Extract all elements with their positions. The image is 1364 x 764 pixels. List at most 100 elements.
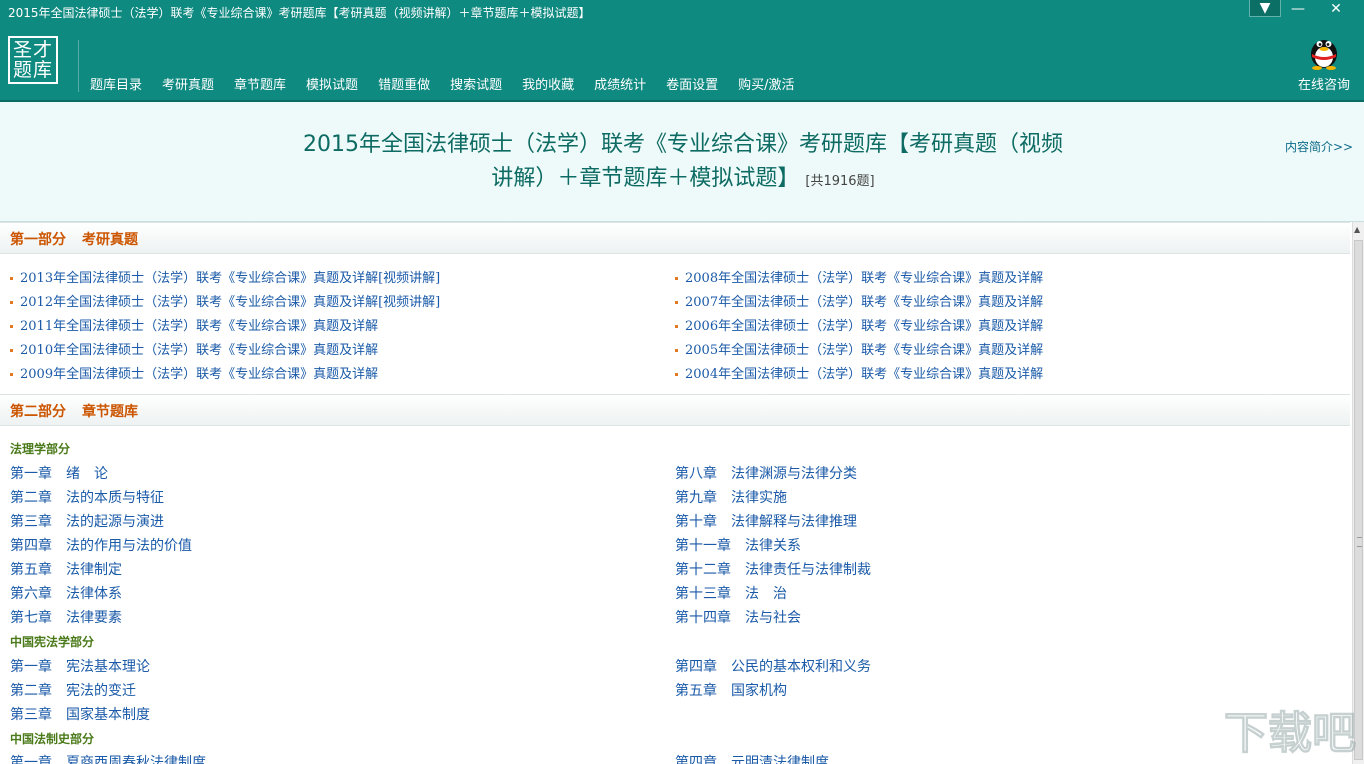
qq-penguin-icon [1311,40,1337,70]
chapter-link[interactable]: 第十二章 法律责任与法律制裁 [675,559,871,579]
book-title: 2015年全国法律硕士（法学）联考《专业综合课》考研题库【考研真题（视频讲解）＋… [300,128,1066,199]
section-title: 中国法制史部分 [10,732,95,746]
chapter-link[interactable]: 第三章 法的起源与演进 [10,511,164,531]
chapter-link[interactable]: 第二章 宪法的变迁 [10,680,136,700]
chapter-link[interactable]: 第二章 法的本质与特征 [10,487,164,507]
nav-past-exams[interactable]: 考研真题 [152,76,224,96]
chapter-link[interactable]: 第十章 法律解释与法律推理 [675,511,857,531]
exam-link[interactable]: 2005年全国法律硕士（法学）联考《专业综合课》真题及详解 [675,339,1043,358]
nav-chapter-bank[interactable]: 章节题库 [224,76,296,96]
part1-header: 第一部分 考研真题 [0,222,1350,254]
close-icon: ✕ [1330,1,1342,17]
app-logo: 圣才 题库 [8,36,58,84]
scrollbar-thumb[interactable] [1354,240,1363,760]
chapter-name: 法律解释与法律推理 [731,514,857,530]
exam-link-text: 2006年全国法律硕士（法学）联考《专业综合课》真题及详解 [685,319,1044,334]
nav-mock-exams[interactable]: 模拟试题 [296,76,368,96]
nav-purchase-activate[interactable]: 购买/激活 [728,76,804,96]
chapter-link[interactable]: 第四章 元明清法律制度 [675,752,829,764]
chapter-link[interactable]: 第一章 宪法基本理论 [10,656,150,676]
chapter-name: 法的本质与特征 [66,490,164,506]
nav-favorites[interactable]: 我的收藏 [512,76,584,96]
chapter-number: 第二章 [10,683,52,699]
chapter-name: 宪法的变迁 [66,683,136,699]
chapter-link[interactable]: 第一章绪 论 [10,463,108,483]
chapter-name: 法律实施 [731,490,787,506]
chapter-number: 第二章 [10,490,52,506]
toolbar-divider [78,40,79,92]
exam-link[interactable]: 2007年全国法律硕士（法学）联考《专业综合课》真题及详解 [675,291,1043,310]
chapter-name: 法与社会 [745,610,801,626]
chapter-name: 法律关系 [745,538,801,554]
book-header: 2015年全国法律硕士（法学）联考《专业综合课》考研题库【考研真题（视频讲解）＋… [0,102,1364,222]
watermark-logo: 下载吧 [1224,708,1357,760]
window-menu-button[interactable]: ▼ [1249,0,1281,17]
catalog-content: 第一部分 考研真题 2013年全国法律硕士（法学）联考《专业综合课》真题及详解[视… [0,222,1352,764]
exam-link[interactable]: 2012年全国法律硕士（法学）联考《专业综合课》真题及详解[视频讲解] [10,291,440,310]
chapter-link[interactable]: 第六章 法律体系 [10,583,122,603]
exam-link-text: 2004年全国法律硕士（法学）联考《专业综合课》真题及详解 [685,367,1044,382]
chapter-link[interactable]: 第十三章法 治 [675,583,787,603]
intro-link[interactable]: 内容简介>> [1285,138,1353,155]
vertical-scrollbar[interactable]: ▲ [1352,222,1364,764]
online-consult-label: 在线咨询 [1297,78,1350,93]
scroll-up-icon[interactable]: ▲ [1354,225,1360,234]
chapter-link[interactable]: 第四章 公民的基本权利和义务 [675,656,871,676]
exam-link[interactable]: 2004年全国法律硕士（法学）联考《专业综合课》真题及详解 [675,363,1043,382]
part2-name: 章节题库 [82,404,138,420]
exam-link[interactable]: 2008年全国法律硕士（法学）联考《专业综合课》真题及详解 [675,267,1043,286]
bullet-icon [10,349,13,352]
exam-link-text: 2005年全国法律硕士（法学）联考《专业综合课》真题及详解 [685,343,1044,358]
chapter-link[interactable]: 第十四章 法与社会 [675,607,801,627]
exam-link-text: 2007年全国法律硕士（法学）联考《专业综合课》真题及详解 [685,295,1044,310]
exam-link[interactable]: 2011年全国法律硕士（法学）联考《专业综合课》真题及详解 [10,315,378,334]
nav-page-settings[interactable]: 卷面设置 [656,76,728,96]
nav-statistics[interactable]: 成绩统计 [584,76,656,96]
nav-search[interactable]: 搜索试题 [440,76,512,96]
exam-link-text: 2012年全国法律硕士（法学）联考《专业综合课》真题及详解[视频讲解] [20,295,441,310]
bullet-icon [10,301,13,304]
exam-link[interactable]: 2006年全国法律硕士（法学）联考《专业综合课》真题及详解 [675,315,1043,334]
online-consult-button[interactable]: 在线咨询 [1296,32,1352,93]
nav-redo-errors[interactable]: 错题重做 [368,76,440,96]
chapter-number: 第一章 [10,659,52,675]
exam-link[interactable]: 2009年全国法律硕士（法学）联考《专业综合课》真题及详解 [10,363,378,382]
close-button[interactable]: ✕ [1320,0,1352,18]
exam-link[interactable]: 2010年全国法律硕士（法学）联考《专业综合课》真题及详解 [10,339,378,358]
chapter-link[interactable]: 第八章 法律渊源与法律分类 [675,463,857,483]
chapter-name: 法律渊源与法律分类 [731,466,857,482]
minimize-icon: — [1291,1,1305,17]
chapter-number: 第十一章 [675,538,731,554]
chapter-number: 第三章 [10,514,52,530]
chapter-name: 国家基本制度 [66,707,150,723]
chapter-number: 第十二章 [675,562,731,578]
chapter-number: 第六章 [10,586,52,602]
exam-link-text: 2009年全国法律硕士（法学）联考《专业综合课》真题及详解 [20,367,379,382]
chapter-name: 公民的基本权利和义务 [731,659,871,675]
chapter-link[interactable]: 第一章 夏商西周春秋法律制度 [10,752,206,764]
chapter-number: 第一章 [10,466,52,482]
chapter-link[interactable]: 第四章 法的作用与法的价值 [10,535,192,555]
chapter-link[interactable]: 第五章 国家机构 [675,680,787,700]
chapter-number: 第五章 [10,562,52,578]
chapter-link[interactable]: 第九章 法律实施 [675,487,787,507]
exam-link-text: 2011年全国法律硕士（法学）联考《专业综合课》真题及详解 [20,319,379,334]
chapter-link[interactable]: 第五章 法律制定 [10,559,122,579]
chapter-name: 法的起源与演进 [66,514,164,530]
part2-header: 第二部分 章节题库 [0,394,1350,426]
watermark-text: 下载吧 [1224,708,1356,759]
dropdown-icon: ▼ [1259,0,1271,16]
chapter-name: 法律责任与法律制裁 [745,562,871,578]
part1-label: 第一部分 [10,232,66,248]
bullet-icon [675,325,678,328]
nav-catalog[interactable]: 题库目录 [80,76,152,96]
chapter-number: 第十四章 [675,610,731,626]
section-title: 法理学部分 [10,442,71,456]
chapter-link[interactable]: 第三章 国家基本制度 [10,704,150,724]
minimize-button[interactable]: — [1282,0,1314,18]
chapter-link[interactable]: 第七章 法律要素 [10,607,122,627]
exam-link-text: 2010年全国法律硕士（法学）联考《专业综合课》真题及详解 [20,343,379,358]
chapter-link[interactable]: 第十一章 法律关系 [675,535,801,555]
exam-link[interactable]: 2013年全国法律硕士（法学）联考《专业综合课》真题及详解[视频讲解] [10,267,440,286]
logo-line-1: 圣才 [12,39,53,61]
